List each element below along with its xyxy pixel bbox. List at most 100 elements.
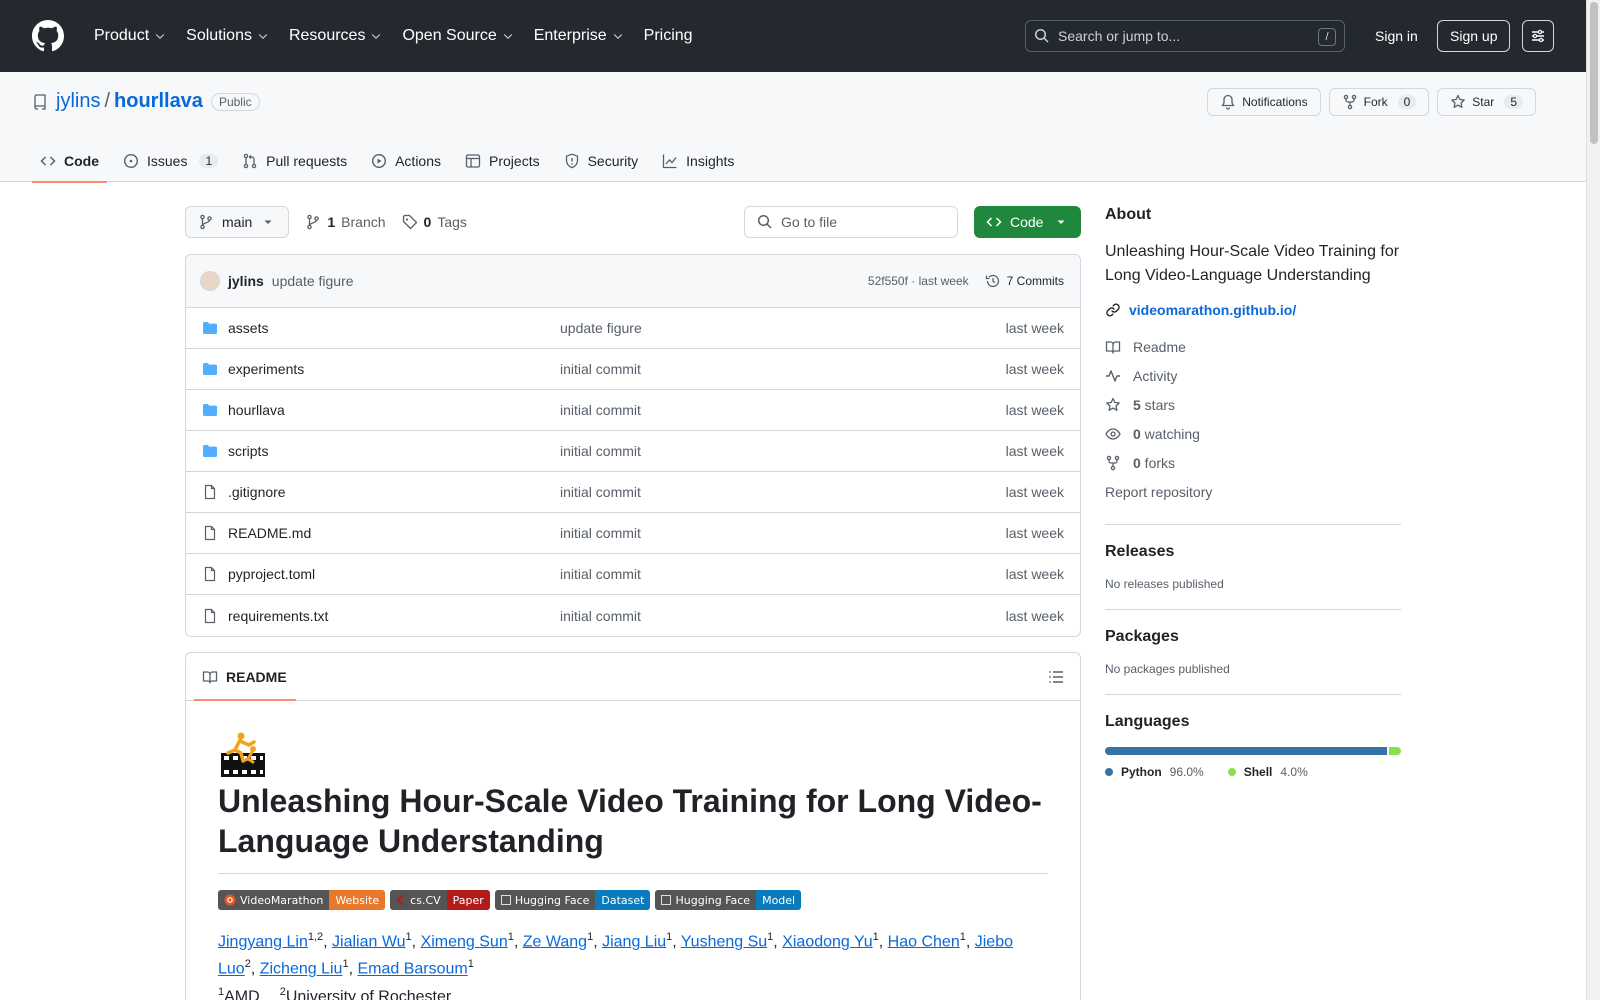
- global-search-input[interactable]: Search or jump to... /: [1025, 20, 1345, 52]
- badge-dataset[interactable]: Hugging Face Dataset: [494, 890, 651, 910]
- author-link[interactable]: Yusheng Su: [681, 933, 767, 950]
- star-button[interactable]: Star 5: [1437, 88, 1536, 116]
- file-name-link[interactable]: README.md: [228, 525, 560, 541]
- file-name-link[interactable]: experiments: [228, 361, 560, 377]
- code-dropdown-button[interactable]: Code: [974, 206, 1081, 238]
- tab-projects[interactable]: Projects: [457, 140, 548, 182]
- report-repository-link[interactable]: Report repository: [1105, 477, 1401, 506]
- activity-link-label: Activity: [1133, 367, 1178, 384]
- author-link[interactable]: Emad Barsoum: [357, 961, 467, 978]
- file-commit-message[interactable]: initial commit: [560, 402, 1006, 418]
- file-row[interactable]: scripts initial commit last week: [186, 431, 1080, 472]
- tab-security-label: Security: [587, 153, 639, 169]
- file-row[interactable]: pyproject.toml initial commit last week: [186, 554, 1080, 595]
- file-commit-message[interactable]: initial commit: [560, 361, 1006, 377]
- nav-open-source[interactable]: Open Source: [394, 20, 521, 52]
- author-link[interactable]: Ze Wang: [523, 933, 587, 950]
- site-menu-button[interactable]: [1522, 20, 1554, 52]
- tab-insights[interactable]: Insights: [654, 140, 742, 182]
- file-name-link[interactable]: pyproject.toml: [228, 566, 560, 582]
- author-link[interactable]: Hao Chen: [888, 933, 960, 950]
- nav-solutions[interactable]: Solutions: [178, 20, 277, 52]
- file-row[interactable]: experiments initial commit last week: [186, 349, 1080, 390]
- sign-up-button[interactable]: Sign up: [1437, 20, 1511, 52]
- author-link[interactable]: Jiang Liu: [602, 933, 666, 950]
- file-age: last week: [1005, 566, 1064, 582]
- file-name-link[interactable]: .gitignore: [228, 484, 560, 500]
- folder-icon: [202, 320, 218, 336]
- tab-pull-requests[interactable]: Pull requests: [234, 140, 355, 182]
- file-commit-message[interactable]: initial commit: [560, 525, 1006, 541]
- language-item[interactable]: Shell 4.0%: [1227, 765, 1308, 779]
- nav-pricing-label: Pricing: [643, 27, 693, 44]
- list-icon[interactable]: [1048, 669, 1064, 685]
- badge-website[interactable]: VideoMarathon Website: [218, 890, 386, 910]
- nav-resources[interactable]: Resources: [281, 20, 390, 52]
- notifications-button[interactable]: Notifications: [1207, 88, 1321, 116]
- nav-enterprise[interactable]: Enterprise: [526, 20, 632, 52]
- file-commit-message[interactable]: initial commit: [560, 443, 1006, 459]
- sliders-icon: [1532, 29, 1544, 43]
- file-name-link[interactable]: assets: [228, 320, 560, 336]
- repo-actions: Notifications Fork 0 Star 5: [1207, 88, 1536, 116]
- repo-name-link[interactable]: hourllava: [114, 90, 203, 113]
- sign-in-link[interactable]: Sign in: [1367, 20, 1426, 52]
- scrollbar-thumb[interactable]: [1590, 2, 1598, 144]
- github-logo-icon[interactable]: [32, 20, 64, 52]
- language-item[interactable]: Python 96.0%: [1105, 765, 1204, 779]
- author-link[interactable]: Jialian Wu: [332, 933, 406, 950]
- file-row[interactable]: hourllava initial commit last week: [186, 390, 1080, 431]
- forks-link[interactable]: 0 forks: [1105, 448, 1401, 477]
- tab-security[interactable]: Security: [556, 140, 647, 182]
- commit-message-link[interactable]: update figure: [272, 273, 354, 289]
- language-percent: 4.0%: [1280, 765, 1308, 779]
- go-to-file-input[interactable]: Go to file: [744, 206, 958, 238]
- releases-heading[interactable]: Releases: [1105, 543, 1401, 561]
- tab-issues[interactable]: Issues 1: [115, 140, 226, 182]
- badge-paper[interactable]: cs.CV Paper: [390, 890, 490, 910]
- commits-count: 7 Commits: [1006, 274, 1064, 288]
- file-row[interactable]: .gitignore initial commit last week: [186, 472, 1080, 513]
- badge-model[interactable]: Hugging Face Model: [655, 890, 802, 910]
- repo-owner-link[interactable]: jylins: [56, 90, 100, 113]
- stars-link[interactable]: 5 stars: [1105, 390, 1401, 419]
- avatar[interactable]: [200, 271, 220, 291]
- branch-count-label: Branch: [341, 214, 386, 230]
- chevron-down-icon: [503, 34, 512, 40]
- commits-history-link[interactable]: 7 Commits: [985, 273, 1064, 289]
- file-commit-message[interactable]: initial commit: [560, 608, 1006, 624]
- file-row[interactable]: assets update figure last week: [186, 308, 1080, 349]
- watching-link[interactable]: 0 watching: [1105, 419, 1401, 448]
- author-link[interactable]: Jingyang Lin: [218, 933, 308, 950]
- file-name-link[interactable]: requirements.txt: [228, 608, 560, 624]
- author-link[interactable]: Ximeng Sun: [421, 933, 508, 950]
- branches-link[interactable]: 1 Branch: [305, 214, 386, 230]
- file-commit-message[interactable]: initial commit: [560, 566, 1006, 582]
- file-name-link[interactable]: scripts: [228, 443, 560, 459]
- file-commit-message[interactable]: update figure: [560, 320, 1006, 336]
- file-row[interactable]: README.md initial commit last week: [186, 513, 1080, 554]
- commit-author-link[interactable]: jylins: [228, 273, 264, 289]
- page-scrollbar[interactable]: [1586, 0, 1600, 1000]
- nav-product[interactable]: Product: [86, 20, 174, 52]
- tab-actions[interactable]: Actions: [363, 140, 449, 182]
- file-row[interactable]: requirements.txt initial commit last week: [186, 595, 1080, 636]
- file-age: last week: [1005, 484, 1064, 500]
- homepage-link[interactable]: videomarathon.github.io/: [1105, 302, 1401, 318]
- commit-sha-link[interactable]: 52f550f: [868, 274, 908, 288]
- readme-link[interactable]: Readme: [1105, 332, 1401, 361]
- file-name-link[interactable]: hourllava: [228, 402, 560, 418]
- file-commit-message[interactable]: initial commit: [560, 484, 1006, 500]
- tags-link[interactable]: 0 Tags: [402, 214, 467, 230]
- branch-selector[interactable]: main: [185, 206, 290, 238]
- tab-code[interactable]: Code: [32, 140, 107, 183]
- pull-request-icon: [243, 153, 257, 169]
- fork-button[interactable]: Fork 0: [1328, 88, 1430, 116]
- author-link[interactable]: Xiaodong Yu: [782, 933, 872, 950]
- packages-heading[interactable]: Packages: [1105, 628, 1401, 646]
- nav-pricing[interactable]: Pricing: [636, 20, 701, 52]
- readme-tab[interactable]: README: [186, 653, 1080, 701]
- activity-link[interactable]: Activity: [1105, 361, 1401, 390]
- author-link[interactable]: Zicheng Liu: [260, 961, 343, 978]
- languages-section: Languages Python 96.0% Shell 4.0%: [1105, 694, 1401, 779]
